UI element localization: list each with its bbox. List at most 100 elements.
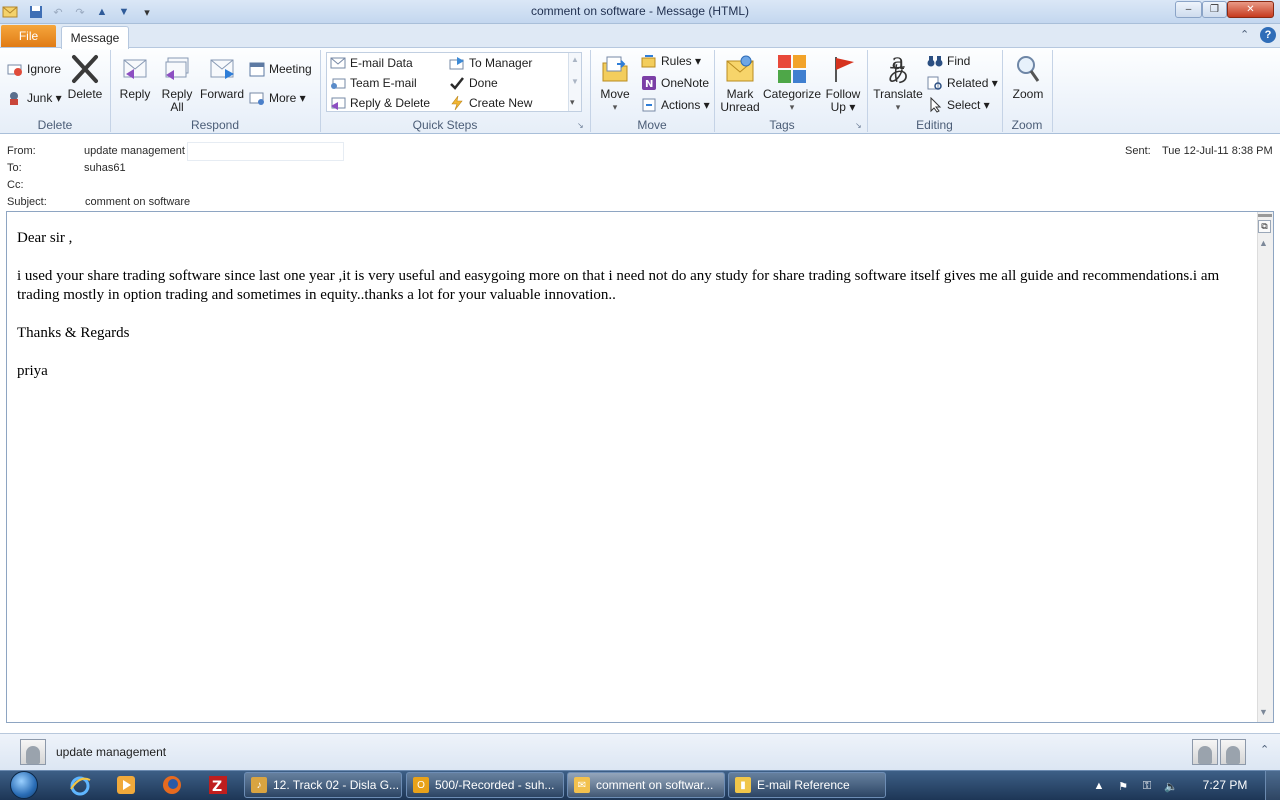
contact-avatar[interactable] [20, 739, 46, 765]
quick-step-to-manager[interactable]: To Manager [449, 54, 532, 72]
filezilla-icon[interactable]: Z [200, 772, 236, 798]
system-clock[interactable]: 7:27 PM [1195, 778, 1255, 792]
reply-all-button[interactable]: Reply All [158, 53, 196, 114]
zoom-button[interactable]: Zoom [1008, 53, 1048, 101]
expand-people-pane-icon[interactable]: ⌃ [1260, 743, 1269, 756]
follow-up-button[interactable]: Follow Up ▾ [822, 53, 864, 114]
email-data-icon [330, 55, 346, 71]
minimize-button[interactable]: – [1175, 1, 1202, 18]
svg-text:Z: Z [212, 779, 222, 795]
vertical-scrollbar[interactable] [1257, 212, 1273, 722]
closing: Thanks & Regards [17, 325, 130, 341]
scroll-down-icon[interactable]: ▼ [1259, 707, 1268, 717]
find-button[interactable]: Find [927, 52, 970, 70]
flag-icon [827, 53, 859, 85]
delete-icon [69, 53, 101, 85]
follow-up-label-2: Up ▾ [830, 100, 856, 114]
quick-step-email-data[interactable]: E-mail Data [330, 54, 413, 72]
actions-label: Actions ▾ [661, 98, 710, 112]
quick-step-label: Reply & Delete [350, 96, 431, 110]
taskbar-task[interactable]: ▮ E-mail Reference [728, 772, 886, 798]
outlook-icon: O [413, 777, 429, 793]
taskbar-task[interactable]: ♪ 12. Track 02 - Disla G... [244, 772, 402, 798]
move-button[interactable]: Move ▾ [597, 53, 633, 114]
categorize-button[interactable]: Categorize ▾ [763, 53, 821, 114]
show-desktop-button[interactable] [1265, 771, 1280, 800]
forward-button[interactable]: Forward [200, 53, 244, 101]
tab-message[interactable]: Message [61, 26, 129, 49]
tab-file[interactable]: File [1, 25, 56, 47]
start-button[interactable] [2, 770, 46, 800]
group-separator [1052, 50, 1053, 132]
related-button[interactable]: Related ▾ [927, 74, 998, 92]
forward-label: Forward [200, 87, 245, 101]
taskbar-task[interactable]: O 500/-Recorded - suh... [406, 772, 564, 798]
scroll-up-icon[interactable]: ▲ [571, 55, 579, 64]
taskbar-task-label: 500/-Recorded - suh... [435, 778, 555, 792]
minimize-ribbon-icon[interactable]: ⌃ [1240, 28, 1249, 41]
action-center-icon[interactable]: ⚿ [1139, 778, 1155, 794]
scroll-down-icon[interactable]: ▼ [571, 77, 579, 86]
contact-avatar[interactable] [1192, 739, 1218, 765]
volume-icon[interactable]: 🔈 [1163, 778, 1179, 794]
dialog-launcher-icon[interactable]: ↘ [855, 121, 862, 130]
reply-all-icon [161, 53, 193, 85]
more-label: More ▾ [269, 91, 306, 105]
mark-unread-icon [724, 53, 756, 85]
quick-step-create-new[interactable]: Create New [449, 94, 532, 112]
scroll-up-icon[interactable]: ▲ [1259, 238, 1268, 248]
mark-unread-button[interactable]: Mark Unread [718, 53, 762, 114]
quick-steps-group-label: Quick Steps [412, 118, 478, 132]
quick-step-done[interactable]: Done [449, 74, 498, 92]
help-icon[interactable]: ? [1260, 27, 1276, 43]
close-button[interactable]: ✕ [1227, 1, 1274, 18]
calendar-icon [249, 61, 265, 77]
rules-button[interactable]: Rules ▾ [641, 52, 701, 70]
firefox-icon[interactable] [154, 772, 190, 798]
reply-delete-icon [330, 95, 346, 111]
message-body[interactable]: Dear sir , i used your share trading sof… [17, 229, 1247, 400]
to-manager-icon [449, 55, 465, 71]
window-title: comment on software - Message (HTML) [530, 4, 750, 18]
onenote-button[interactable]: N OneNote [641, 74, 709, 92]
subject-label: Subject: [7, 196, 47, 208]
related-label: Related ▾ [947, 76, 998, 90]
taskbar-task-active[interactable]: ✉ comment on softwar... [567, 772, 725, 798]
reply-button[interactable]: Reply [116, 53, 154, 101]
from-value[interactable]: update management [84, 145, 185, 157]
gallery-expand-icon[interactable]: ▾ [570, 97, 575, 108]
magnifier-icon [1012, 53, 1044, 85]
quick-step-reply-delete[interactable]: Reply & Delete [330, 94, 430, 112]
to-value[interactable]: suhas61 [84, 162, 126, 174]
contact-avatar[interactable] [1220, 739, 1246, 765]
delete-button[interactable]: Delete [66, 53, 104, 101]
zoom-group-label: Zoom [1011, 118, 1043, 132]
split-icon[interactable]: ⧉ [1258, 220, 1271, 233]
select-button[interactable]: Select ▾ [927, 96, 990, 114]
splitter-handle[interactable] [1258, 214, 1272, 217]
ignore-button[interactable]: Ignore [7, 60, 61, 78]
cursor-icon [927, 97, 943, 113]
quick-step-team-email[interactable]: Team E-mail [330, 74, 417, 92]
people-pane-name[interactable]: update management [56, 745, 166, 759]
actions-button[interactable]: Actions ▾ [641, 96, 710, 114]
team-email-icon [330, 75, 346, 91]
from-label: From: [7, 145, 36, 157]
onenote-label: OneNote [661, 76, 710, 90]
checkmark-icon [449, 75, 465, 91]
subject-value: comment on software [85, 196, 191, 208]
more-button[interactable]: More ▾ [249, 89, 306, 107]
ribbon-tab-row [0, 24, 1280, 48]
internet-explorer-icon[interactable] [62, 772, 98, 798]
meeting-button[interactable]: Meeting [249, 60, 312, 78]
restore-button[interactable]: ❐ [1202, 1, 1227, 18]
junk-button[interactable]: Junk ▾ [7, 89, 62, 107]
media-player-icon[interactable] [108, 772, 144, 798]
sent-value: Tue 12-Jul-11 8:38 PM [1162, 145, 1273, 157]
forward-icon [206, 53, 238, 85]
show-hidden-icons[interactable]: ▲ [1091, 778, 1107, 794]
translate-button[interactable]: aあ Translate ▾ [872, 52, 924, 114]
network-icon[interactable]: ⚑ [1115, 778, 1131, 794]
actions-icon [641, 97, 657, 113]
dialog-launcher-icon[interactable]: ↘ [577, 121, 584, 130]
